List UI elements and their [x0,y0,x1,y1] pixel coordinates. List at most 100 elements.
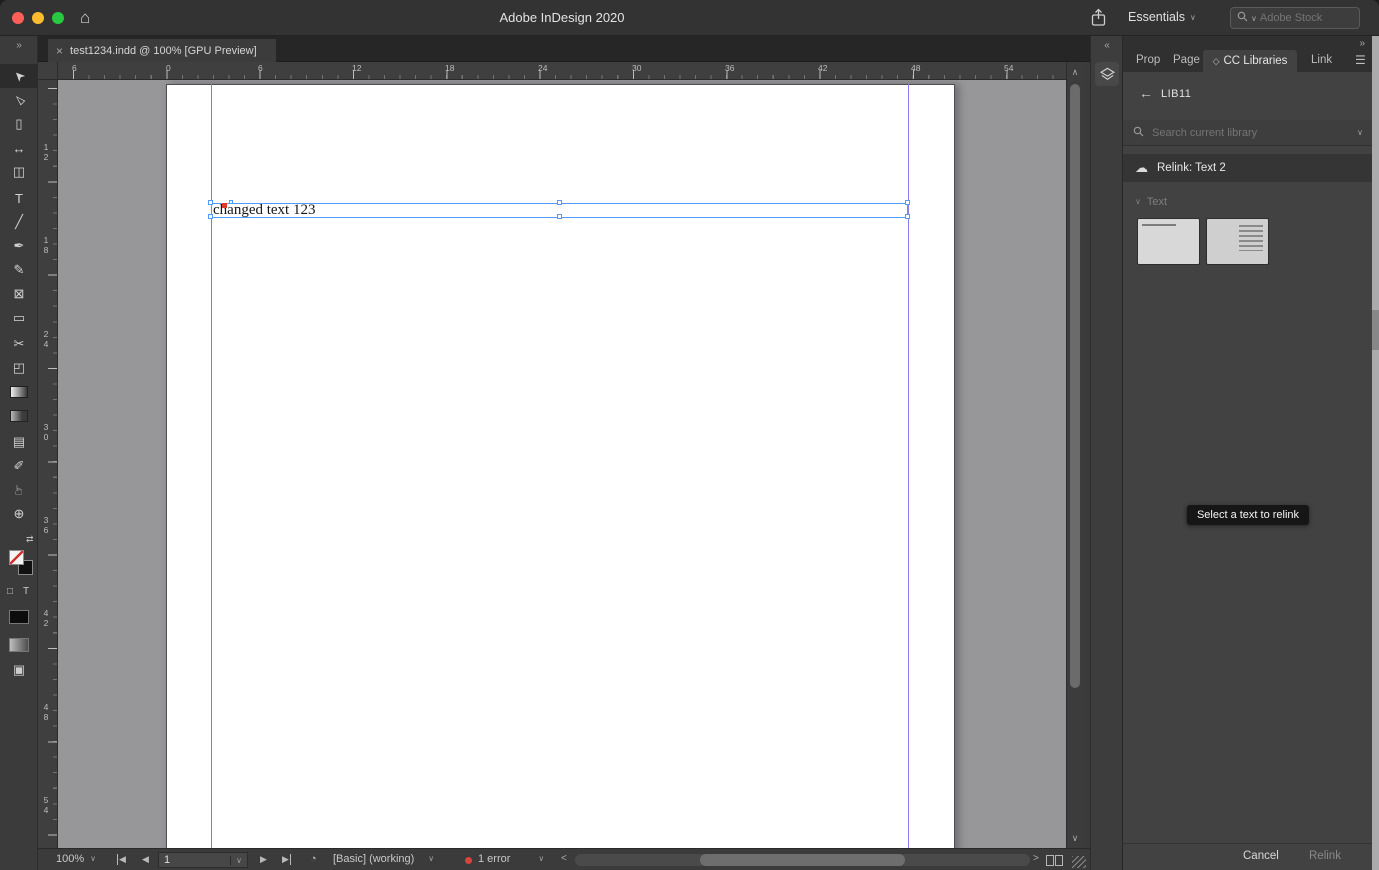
scroll-down-icon[interactable]: ∨ [1067,833,1083,844]
right-margin-guide [908,84,909,848]
document-tab-label: test1234.indd @ 100% [GPU Preview] [70,45,257,57]
content-collector-tool[interactable]: ◫ [0,160,38,184]
resize-grip[interactable] [1072,856,1086,868]
pencil-tool[interactable]: ✎ [0,258,38,282]
chevron-down-icon[interactable]: ∨ [1357,128,1363,137]
next-page-button[interactable]: ▶ [260,854,267,865]
rectangle-frame-tool[interactable]: ⊠ [0,282,38,306]
asset-preview-line [1142,224,1176,226]
pages-view-icon[interactable] [1046,855,1063,866]
swap-fill-stroke-icon[interactable]: ⇄ [26,534,34,545]
expand-tools-icon[interactable]: » [0,40,38,51]
scissors-tool[interactable]: ✂ [0,332,38,356]
ruler-tick-label: 12 [352,63,361,73]
adobe-stock-search-input[interactable] [1260,12,1353,24]
frame-handle[interactable] [557,214,562,219]
type-tool[interactable]: T [0,186,38,210]
direct-selection-tool-icon: ▻ [10,91,28,109]
horizontal-scrollbar-thumb[interactable] [700,854,905,866]
horizontal-ruler[interactable]: 6 0 6 12 18 24 30 36 42 48 54 [58,62,1066,80]
document-tab-bar: × test1234.indd @ 100% [GPU Preview] [38,36,1122,62]
apply-color-button[interactable] [9,610,29,624]
adobe-stock-search[interactable]: ∨ [1230,7,1360,29]
rectangle-tool[interactable]: ▭ [0,306,38,330]
document-tab[interactable]: × test1234.indd @ 100% [GPU Preview] [48,39,276,62]
selection-tool-icon: ➤ [9,66,28,85]
vertical-scrollbar-thumb[interactable] [1070,84,1080,688]
frame-handle[interactable] [905,200,910,205]
page-tool[interactable]: ▯ [0,112,38,136]
tools-panel: » ➤ ▻ ▯ ↔ ◫ T ╱ ✒ ✎ ⊠ ▭ ✂ ◰ ▤ ✐ ☞ ⊕ ⇄ □ … [0,36,38,870]
scroll-right-icon[interactable]: > [1033,853,1039,864]
page[interactable] [166,84,955,848]
collapse-dock-icon[interactable]: « [1091,40,1123,51]
vertical-scrollbar[interactable]: ∧ ∨ [1066,62,1082,848]
zoom-tool[interactable]: ⊕ [0,502,38,526]
fill-swatch[interactable] [9,550,24,565]
library-text-asset[interactable] [1137,218,1200,265]
layers-panel-icon[interactable] [1095,62,1119,86]
chevron-down-icon: ∨ [538,854,544,863]
eyedropper-tool[interactable]: ✐ [0,454,38,478]
screen-mode-button[interactable]: ▣ [0,662,38,678]
back-icon[interactable]: ← [1139,85,1153,101]
previous-page-button[interactable]: ◀ [142,854,149,865]
free-transform-tool[interactable]: ◰ [0,356,38,380]
document-canvas[interactable]: changed text 123 [58,80,1066,848]
line-tool[interactable]: ╱ [0,210,38,234]
frame-handle[interactable] [557,200,562,205]
tab-cc-libraries[interactable]: ◇ CC Libraries [1203,50,1297,72]
left-margin-guide [211,84,212,848]
preflight-error-select[interactable]: 1 error∨ [478,853,544,865]
preflight-profile-value: [Basic] (working) [333,853,414,865]
panel-overflow-icon[interactable]: » [1359,38,1365,49]
panel-menu-icon[interactable]: ☰ [1355,53,1366,67]
preflight-profile-select[interactable]: [Basic] (working)∨ [333,853,434,865]
apply-gradient-button[interactable] [9,638,29,652]
close-tab-icon[interactable]: × [56,44,63,58]
note-tool[interactable]: ▤ [0,430,38,454]
cc-libraries-body: ← LIB11 ∨ ☁ Relink: Text 2 ∨Text Select … [1123,72,1373,843]
frame-handle[interactable] [208,214,213,219]
library-search-input[interactable] [1152,127,1344,139]
ruler-origin-corner[interactable] [38,62,58,80]
collapsed-dock-edge[interactable] [1372,36,1379,870]
panel-top-strip: » [1123,36,1373,50]
formatting-affects-container-icon[interactable]: □ [7,586,13,597]
pen-tool[interactable]: ✒ [0,234,38,258]
tab-links[interactable]: Link [1311,54,1332,66]
line-tool-icon: ╱ [15,214,23,230]
first-page-button[interactable]: ◀ [117,854,126,865]
cancel-button[interactable]: Cancel [1243,850,1279,862]
in-port-marker [229,200,233,204]
horizontal-scrollbar[interactable] [575,854,1030,866]
frame-handle[interactable] [208,200,213,205]
library-text-asset[interactable] [1206,218,1269,265]
gradient-swatch-tool[interactable] [0,380,38,404]
hand-tool[interactable]: ☞ [0,478,38,502]
tab-pages[interactable]: Page [1173,54,1200,66]
page-number-field[interactable]: 1 ∨ [158,852,248,868]
workspace-switcher[interactable]: Essentials∨ [1128,10,1196,24]
tab-properties[interactable]: Prop [1136,54,1160,66]
gap-tool[interactable]: ↔ [0,136,38,160]
ruler-tick-label: 54 [41,795,51,815]
frame-handle[interactable] [905,214,910,219]
vertical-ruler[interactable]: 12 18 24 30 36 42 48 54 [38,80,58,848]
tab-cc-libraries-label: CC Libraries [1224,55,1288,67]
direct-selection-tool[interactable]: ▻ [0,88,38,112]
panel-dock-strip: « [1090,36,1122,870]
library-search-field[interactable]: ∨ [1123,120,1373,146]
chevron-down-icon: ∨ [1135,197,1141,206]
selection-tool[interactable]: ➤ [0,64,38,88]
share-icon[interactable] [1090,8,1107,30]
scroll-left-icon[interactable]: < [561,853,567,864]
text-section-header[interactable]: ∨Text [1135,196,1167,208]
formatting-affects-text-icon[interactable]: T [23,586,29,597]
asset-preview-lines [1239,225,1263,251]
scroll-up-icon[interactable]: ∧ [1067,67,1083,78]
relink-button[interactable]: Relink [1309,850,1341,862]
last-page-button[interactable]: ▶ [282,854,291,865]
gradient-feather-tool[interactable] [0,404,38,428]
zoom-level-select[interactable]: 100%∨ [56,853,96,865]
